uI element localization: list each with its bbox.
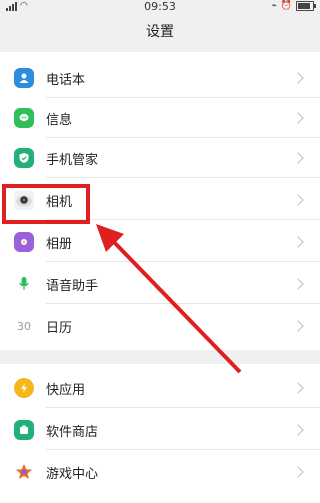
annotation-arrow xyxy=(96,224,242,374)
